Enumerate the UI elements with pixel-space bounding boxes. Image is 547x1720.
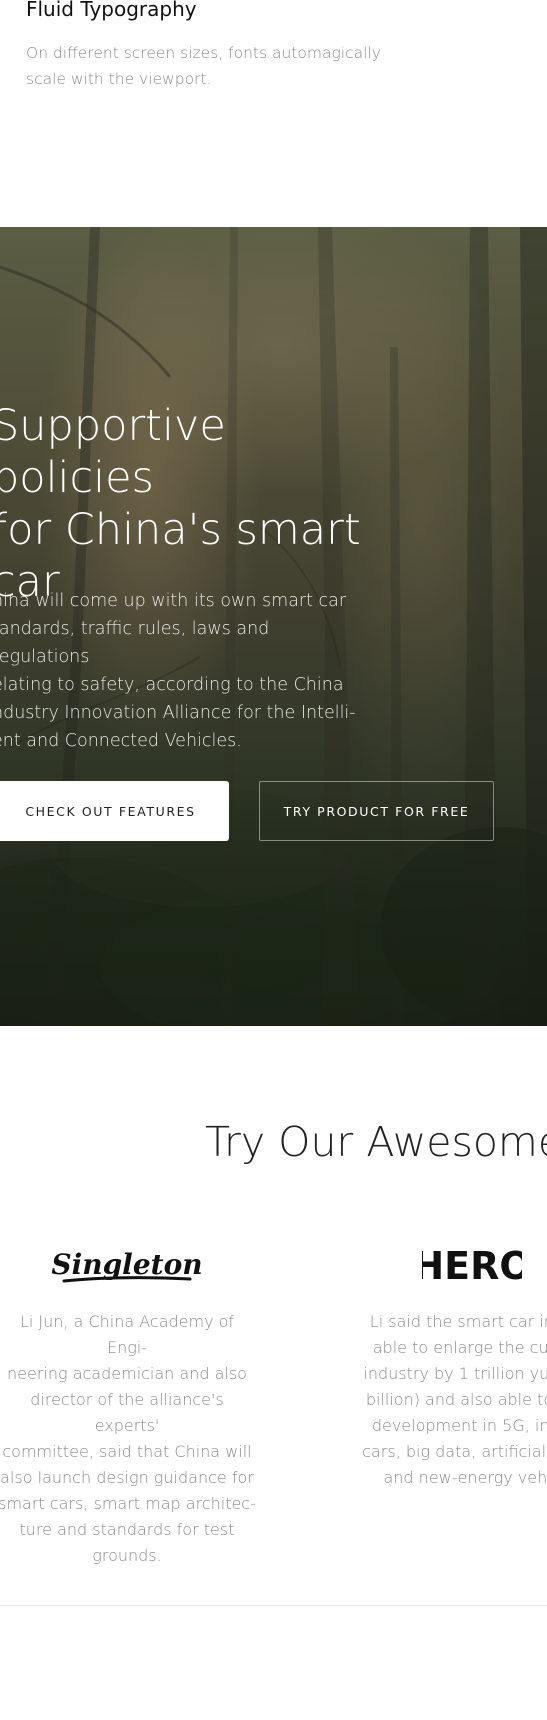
feature-description: Li said the smart car indu able to enlar… <box>362 1312 547 1487</box>
feature-item-singleton: Singleton Li Jun, a China Academy of Eng… <box>0 1241 262 1569</box>
feature-item-hero: HERO Li said the smart car indu able to … <box>337 1241 547 1491</box>
singleton-logo: Singleton <box>52 1248 202 1283</box>
section-divider <box>0 1605 547 1606</box>
section-title: Fluid Typography <box>26 0 197 21</box>
check-out-features-button[interactable]: CHECK OUT FEATURES <box>0 781 229 841</box>
hero-logo-text: HERO <box>422 1244 522 1287</box>
features-section: Try Our Awesome Singleton Li Jun, a Chin… <box>0 1026 547 1720</box>
page: Fluid Typography On different screen siz… <box>0 0 547 1720</box>
feature-description: Li Jun, a China Academy of Engi- neering… <box>0 1312 256 1565</box>
fluid-typography-section: Fluid Typography On different screen siz… <box>0 0 547 227</box>
hero-body-text: hina will come up with its own smart car… <box>0 591 356 751</box>
try-product-for-free-button[interactable]: TRY PRODUCT FOR FREE <box>259 781 494 841</box>
section-description: On different screen sizes, fonts automag… <box>26 44 381 88</box>
features-title: Try Our Awesome <box>205 1118 547 1166</box>
hero-section: Supportive policies for China's smart ca… <box>0 227 547 1026</box>
hero-logo: HERO <box>422 1244 522 1287</box>
singleton-logo-text: Singleton <box>52 1248 202 1281</box>
hero-title: Supportive policies for China's smart ca… <box>0 401 361 607</box>
